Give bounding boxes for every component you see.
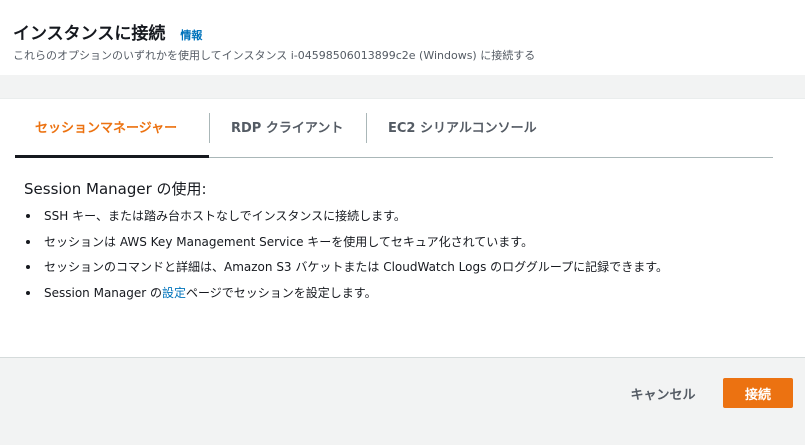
connect-button[interactable]: 接続 bbox=[723, 378, 793, 408]
connection-options-panel: セッションマネージャー RDP クライアント EC2 シリアルコンソール Ses… bbox=[0, 98, 805, 358]
page-title: インスタンスに接続 bbox=[13, 24, 166, 44]
active-tab-indicator bbox=[15, 155, 209, 158]
title-row: インスタンスに接続 情報 bbox=[13, 19, 202, 44]
list-item: セッションは AWS Key Management Service キーを使用し… bbox=[24, 234, 668, 260]
tab-ec2-serial-console[interactable]: EC2 シリアルコンソール bbox=[388, 117, 537, 157]
list-item: SSH キー、または踏み台ホストなしでインスタンスに接続します。 bbox=[24, 208, 668, 234]
tab-divider bbox=[209, 113, 210, 143]
cancel-button[interactable]: キャンセル bbox=[617, 378, 709, 408]
tab-session-manager[interactable]: セッションマネージャー bbox=[35, 117, 177, 157]
list-item: セッションのコマンドと詳細は、Amazon S3 バケットまたは CloudWa… bbox=[24, 259, 668, 285]
tab-rdp-client[interactable]: RDP クライアント bbox=[231, 117, 343, 157]
connect-instance-page: インスタンスに接続 情報 これらのオプションのいずれかを使用してインスタンス i… bbox=[0, 0, 805, 445]
tab-divider bbox=[366, 113, 367, 143]
info-link[interactable]: 情報 bbox=[180, 27, 202, 43]
page-subtitle: これらのオプションのいずれかを使用してインスタンス i-045985060138… bbox=[13, 49, 536, 62]
feature-list: SSH キー、または踏み台ホストなしでインスタンスに接続します。 セッションは … bbox=[24, 208, 668, 310]
bullet-prefix-text: Session Manager の bbox=[44, 285, 163, 300]
settings-link[interactable]: 設定 bbox=[162, 286, 186, 300]
bullet-suffix-text: ページでセッションを設定します。 bbox=[186, 285, 377, 300]
page-header: インスタンスに接続 情報 これらのオプションのいずれかを使用してインスタンス i… bbox=[0, 0, 805, 75]
content-heading: Session Manager の使用: bbox=[24, 180, 207, 198]
list-item: Session Manager の設定ページでセッションを設定します。 bbox=[24, 285, 668, 311]
tab-bar: セッションマネージャー RDP クライアント EC2 シリアルコンソール bbox=[15, 99, 773, 158]
